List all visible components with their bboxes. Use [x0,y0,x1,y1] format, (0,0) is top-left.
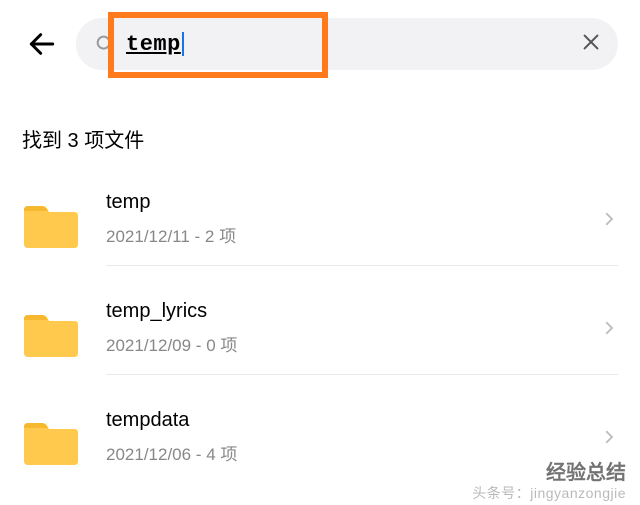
folder-meta: 2021/12/09 - 0 项 [106,331,590,356]
list-item[interactable]: temp_lyrics 2021/12/09 - 0 项 [0,280,640,389]
folder-icon [22,202,80,250]
list-item-body: temp 2021/12/11 - 2 项 [106,185,618,266]
chevron-right-icon [600,319,618,337]
list-item-text: temp 2021/12/11 - 2 项 [106,191,590,247]
results-list: temp 2021/12/11 - 2 项 temp_lyrics 2021/1… [0,171,640,497]
folder-icon [22,419,80,467]
folder-meta: 2021/12/11 - 2 项 [106,222,590,247]
folder-name: tempdata [106,409,590,432]
list-item-body: tempdata 2021/12/06 - 4 项 [106,403,618,483]
arrow-left-icon [26,28,58,60]
chevron-right-icon [600,210,618,228]
search-icon [94,33,116,55]
list-item[interactable]: temp 2021/12/11 - 2 项 [0,171,640,280]
back-button[interactable] [22,24,62,64]
list-item-body: temp_lyrics 2021/12/09 - 0 项 [106,294,618,375]
clear-button[interactable] [580,31,602,58]
list-item-text: temp_lyrics 2021/12/09 - 0 项 [106,300,590,356]
watermark-sub: 头条号：jingyanzongjie [472,483,626,503]
folder-name: temp [106,191,590,214]
text-caret [182,32,184,56]
folder-meta: 2021/12/06 - 4 项 [106,440,590,465]
results-count-label: 找到 3 项文件 [0,88,640,171]
close-icon [580,31,602,53]
chevron-right-icon [600,428,618,446]
search-input[interactable]: temp [76,18,618,70]
folder-icon [22,311,80,359]
folder-name: temp_lyrics [106,300,590,323]
search-value: temp [126,32,181,57]
watermark-main: 经验总结 [546,456,626,485]
list-item-text: tempdata 2021/12/06 - 4 项 [106,409,590,465]
header: temp [0,0,640,88]
list-item[interactable]: tempdata 2021/12/06 - 4 项 [0,389,640,497]
